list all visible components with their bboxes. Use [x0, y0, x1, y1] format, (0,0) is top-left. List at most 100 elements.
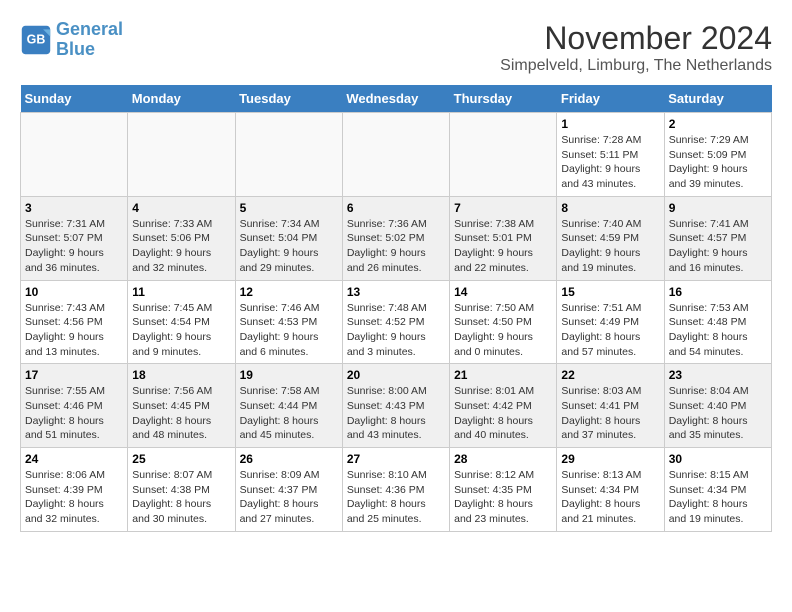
- day-info: Sunrise: 7:36 AM Sunset: 5:02 PM Dayligh…: [347, 217, 445, 276]
- calendar-cell: 10 Sunrise: 7:43 AM Sunset: 4:56 PM Dayli…: [21, 280, 128, 364]
- day-info: Sunrise: 7:34 AM Sunset: 5:04 PM Dayligh…: [240, 217, 338, 276]
- calendar-cell: [128, 113, 235, 197]
- day-info: Sunrise: 8:01 AM Sunset: 4:42 PM Dayligh…: [454, 384, 552, 443]
- weekday-header-thursday: Thursday: [450, 85, 557, 113]
- weekday-header-tuesday: Tuesday: [235, 85, 342, 113]
- day-info: Sunrise: 7:31 AM Sunset: 5:07 PM Dayligh…: [25, 217, 123, 276]
- title-area: November 2024 Simpelveld, Limburg, The N…: [500, 20, 772, 75]
- day-info: Sunrise: 8:03 AM Sunset: 4:41 PM Dayligh…: [561, 384, 659, 443]
- day-info: Sunrise: 7:55 AM Sunset: 4:46 PM Dayligh…: [25, 384, 123, 443]
- day-number: 20: [347, 368, 445, 382]
- calendar-cell: 4 Sunrise: 7:33 AM Sunset: 5:06 PM Daylig…: [128, 196, 235, 280]
- day-info: Sunrise: 7:38 AM Sunset: 5:01 PM Dayligh…: [454, 217, 552, 276]
- calendar-cell: 9 Sunrise: 7:41 AM Sunset: 4:57 PM Daylig…: [664, 196, 771, 280]
- weekday-header-saturday: Saturday: [664, 85, 771, 113]
- day-number: 16: [669, 285, 767, 299]
- calendar-cell: 14 Sunrise: 7:50 AM Sunset: 4:50 PM Dayli…: [450, 280, 557, 364]
- day-number: 9: [669, 201, 767, 215]
- day-info: Sunrise: 7:48 AM Sunset: 4:52 PM Dayligh…: [347, 301, 445, 360]
- calendar-cell: 6Sunrise: 7:36 AM Sunset: 5:02 PM Daylig…: [342, 196, 449, 280]
- day-info: Sunrise: 8:09 AM Sunset: 4:37 PM Dayligh…: [240, 468, 338, 527]
- day-number: 27: [347, 452, 445, 466]
- calendar-table: SundayMondayTuesdayWednesdayThursdayFrid…: [20, 85, 772, 532]
- day-info: Sunrise: 8:07 AM Sunset: 4:38 PM Dayligh…: [132, 468, 230, 527]
- calendar-cell: 27 Sunrise: 8:10 AM Sunset: 4:36 PM Dayli…: [342, 448, 449, 532]
- day-info: Sunrise: 7:29 AM Sunset: 5:09 PM Dayligh…: [669, 133, 767, 192]
- calendar-cell: 16 Sunrise: 7:53 AM Sunset: 4:48 PM Dayli…: [664, 280, 771, 364]
- day-number: 12: [240, 285, 338, 299]
- calendar-cell: 15 Sunrise: 7:51 AM Sunset: 4:49 PM Dayli…: [557, 280, 664, 364]
- calendar-cell: 8Sunrise: 7:40 AM Sunset: 4:59 PM Daylig…: [557, 196, 664, 280]
- day-info: Sunrise: 8:06 AM Sunset: 4:39 PM Dayligh…: [25, 468, 123, 527]
- day-info: Sunrise: 7:50 AM Sunset: 4:50 PM Dayligh…: [454, 301, 552, 360]
- calendar-cell: [21, 113, 128, 197]
- calendar-cell: 12 Sunrise: 7:46 AM Sunset: 4:53 PM Dayli…: [235, 280, 342, 364]
- day-info: Sunrise: 7:45 AM Sunset: 4:54 PM Dayligh…: [132, 301, 230, 360]
- day-info: Sunrise: 8:00 AM Sunset: 4:43 PM Dayligh…: [347, 384, 445, 443]
- day-number: 15: [561, 285, 659, 299]
- day-info: Sunrise: 7:40 AM Sunset: 4:59 PM Dayligh…: [561, 217, 659, 276]
- day-number: 4: [132, 201, 230, 215]
- day-number: 11: [132, 285, 230, 299]
- weekday-header-row: SundayMondayTuesdayWednesdayThursdayFrid…: [21, 85, 772, 113]
- day-info: Sunrise: 7:53 AM Sunset: 4:48 PM Dayligh…: [669, 301, 767, 360]
- calendar-cell: 23 Sunrise: 8:04 AM Sunset: 4:40 PM Dayli…: [664, 364, 771, 448]
- logo: GB General Blue: [20, 20, 123, 60]
- calendar-cell: [450, 113, 557, 197]
- calendar-cell: 24 Sunrise: 8:06 AM Sunset: 4:39 PM Dayli…: [21, 448, 128, 532]
- day-number: 22: [561, 368, 659, 382]
- day-number: 21: [454, 368, 552, 382]
- page-header: GB General Blue November 2024 Simpelveld…: [20, 20, 772, 75]
- day-number: 13: [347, 285, 445, 299]
- day-number: 29: [561, 452, 659, 466]
- day-number: 14: [454, 285, 552, 299]
- day-info: Sunrise: 7:51 AM Sunset: 4:49 PM Dayligh…: [561, 301, 659, 360]
- calendar-cell: 3 Sunrise: 7:31 AM Sunset: 5:07 PM Daylig…: [21, 196, 128, 280]
- calendar-cell: 5 Sunrise: 7:34 AM Sunset: 5:04 PM Daylig…: [235, 196, 342, 280]
- calendar-cell: 25 Sunrise: 8:07 AM Sunset: 4:38 PM Dayli…: [128, 448, 235, 532]
- day-number: 24: [25, 452, 123, 466]
- day-info: Sunrise: 7:28 AM Sunset: 5:11 PM Dayligh…: [561, 133, 659, 192]
- day-info: Sunrise: 7:46 AM Sunset: 4:53 PM Dayligh…: [240, 301, 338, 360]
- day-info: Sunrise: 8:12 AM Sunset: 4:35 PM Dayligh…: [454, 468, 552, 527]
- calendar-cell: 22 Sunrise: 8:03 AM Sunset: 4:41 PM Dayli…: [557, 364, 664, 448]
- day-number: 23: [669, 368, 767, 382]
- day-info: Sunrise: 8:10 AM Sunset: 4:36 PM Dayligh…: [347, 468, 445, 527]
- calendar-cell: [342, 113, 449, 197]
- calendar-cell: 29 Sunrise: 8:13 AM Sunset: 4:34 PM Dayli…: [557, 448, 664, 532]
- day-number: 25: [132, 452, 230, 466]
- calendar-cell: 13 Sunrise: 7:48 AM Sunset: 4:52 PM Dayli…: [342, 280, 449, 364]
- day-number: 5: [240, 201, 338, 215]
- day-info: Sunrise: 8:15 AM Sunset: 4:34 PM Dayligh…: [669, 468, 767, 527]
- day-info: Sunrise: 7:43 AM Sunset: 4:56 PM Dayligh…: [25, 301, 123, 360]
- calendar-week-row: 17 Sunrise: 7:55 AM Sunset: 4:46 PM Dayli…: [21, 364, 772, 448]
- location-subtitle: Simpelveld, Limburg, The Netherlands: [500, 57, 772, 75]
- day-number: 1: [561, 117, 659, 131]
- calendar-cell: 1 Sunrise: 7:28 AM Sunset: 5:11 PM Daylig…: [557, 113, 664, 197]
- day-info: Sunrise: 7:56 AM Sunset: 4:45 PM Dayligh…: [132, 384, 230, 443]
- day-info: Sunrise: 7:33 AM Sunset: 5:06 PM Dayligh…: [132, 217, 230, 276]
- calendar-cell: 21 Sunrise: 8:01 AM Sunset: 4:42 PM Dayli…: [450, 364, 557, 448]
- calendar-cell: [235, 113, 342, 197]
- calendar-cell: 28 Sunrise: 8:12 AM Sunset: 4:35 PM Dayli…: [450, 448, 557, 532]
- calendar-week-row: 3 Sunrise: 7:31 AM Sunset: 5:07 PM Daylig…: [21, 196, 772, 280]
- day-info: Sunrise: 8:13 AM Sunset: 4:34 PM Dayligh…: [561, 468, 659, 527]
- day-number: 28: [454, 452, 552, 466]
- weekday-header-monday: Monday: [128, 85, 235, 113]
- calendar-cell: 19Sunrise: 7:58 AM Sunset: 4:44 PM Dayli…: [235, 364, 342, 448]
- calendar-cell: 26 Sunrise: 8:09 AM Sunset: 4:37 PM Dayli…: [235, 448, 342, 532]
- day-info: Sunrise: 7:58 AM Sunset: 4:44 PM Dayligh…: [240, 384, 338, 443]
- day-info: Sunrise: 7:41 AM Sunset: 4:57 PM Dayligh…: [669, 217, 767, 276]
- calendar-cell: 11 Sunrise: 7:45 AM Sunset: 4:54 PM Dayli…: [128, 280, 235, 364]
- day-number: 17: [25, 368, 123, 382]
- weekday-header-friday: Friday: [557, 85, 664, 113]
- day-number: 18: [132, 368, 230, 382]
- logo-icon: GB: [20, 24, 52, 56]
- weekday-header-wednesday: Wednesday: [342, 85, 449, 113]
- day-number: 26: [240, 452, 338, 466]
- calendar-cell: 2Sunrise: 7:29 AM Sunset: 5:09 PM Daylig…: [664, 113, 771, 197]
- day-number: 10: [25, 285, 123, 299]
- day-info: Sunrise: 8:04 AM Sunset: 4:40 PM Dayligh…: [669, 384, 767, 443]
- day-number: 30: [669, 452, 767, 466]
- day-number: 3: [25, 201, 123, 215]
